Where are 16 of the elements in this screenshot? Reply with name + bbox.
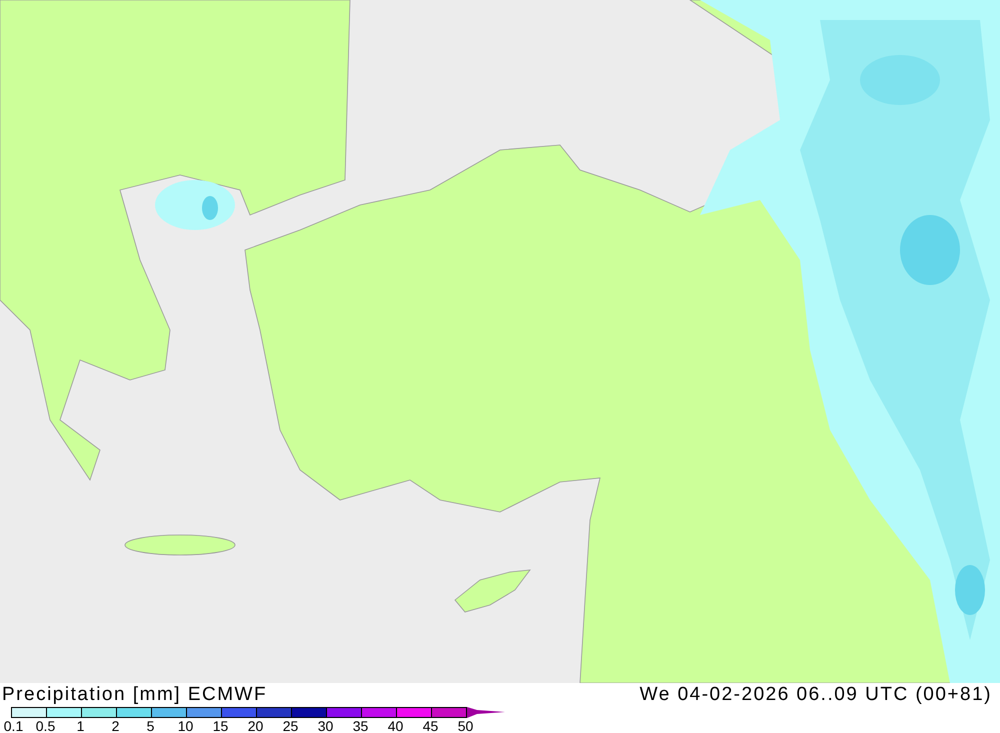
legend-label: 1 <box>76 718 86 733</box>
map-title: Precipitation [mm] ECMWF <box>2 683 268 707</box>
legend-label: 0.5 <box>34 718 56 733</box>
legend-label: 50 <box>456 718 474 733</box>
legend-label: 45 <box>422 718 440 733</box>
legend-label: 0.1 <box>2 718 24 733</box>
legend-label: 20 <box>246 718 264 733</box>
legend-label: 10 <box>176 718 194 733</box>
legend-label: 35 <box>352 718 370 733</box>
valid-time: We 04-02-2026 06..09 UTC (00+81) <box>640 683 992 707</box>
legend-label: 2 <box>110 718 120 733</box>
legend-label: 40 <box>386 718 404 733</box>
legend-label: 30 <box>316 718 334 733</box>
legend-label: 15 <box>212 718 230 733</box>
legend-label: 5 <box>146 718 156 733</box>
legend-label: 25 <box>282 718 300 733</box>
